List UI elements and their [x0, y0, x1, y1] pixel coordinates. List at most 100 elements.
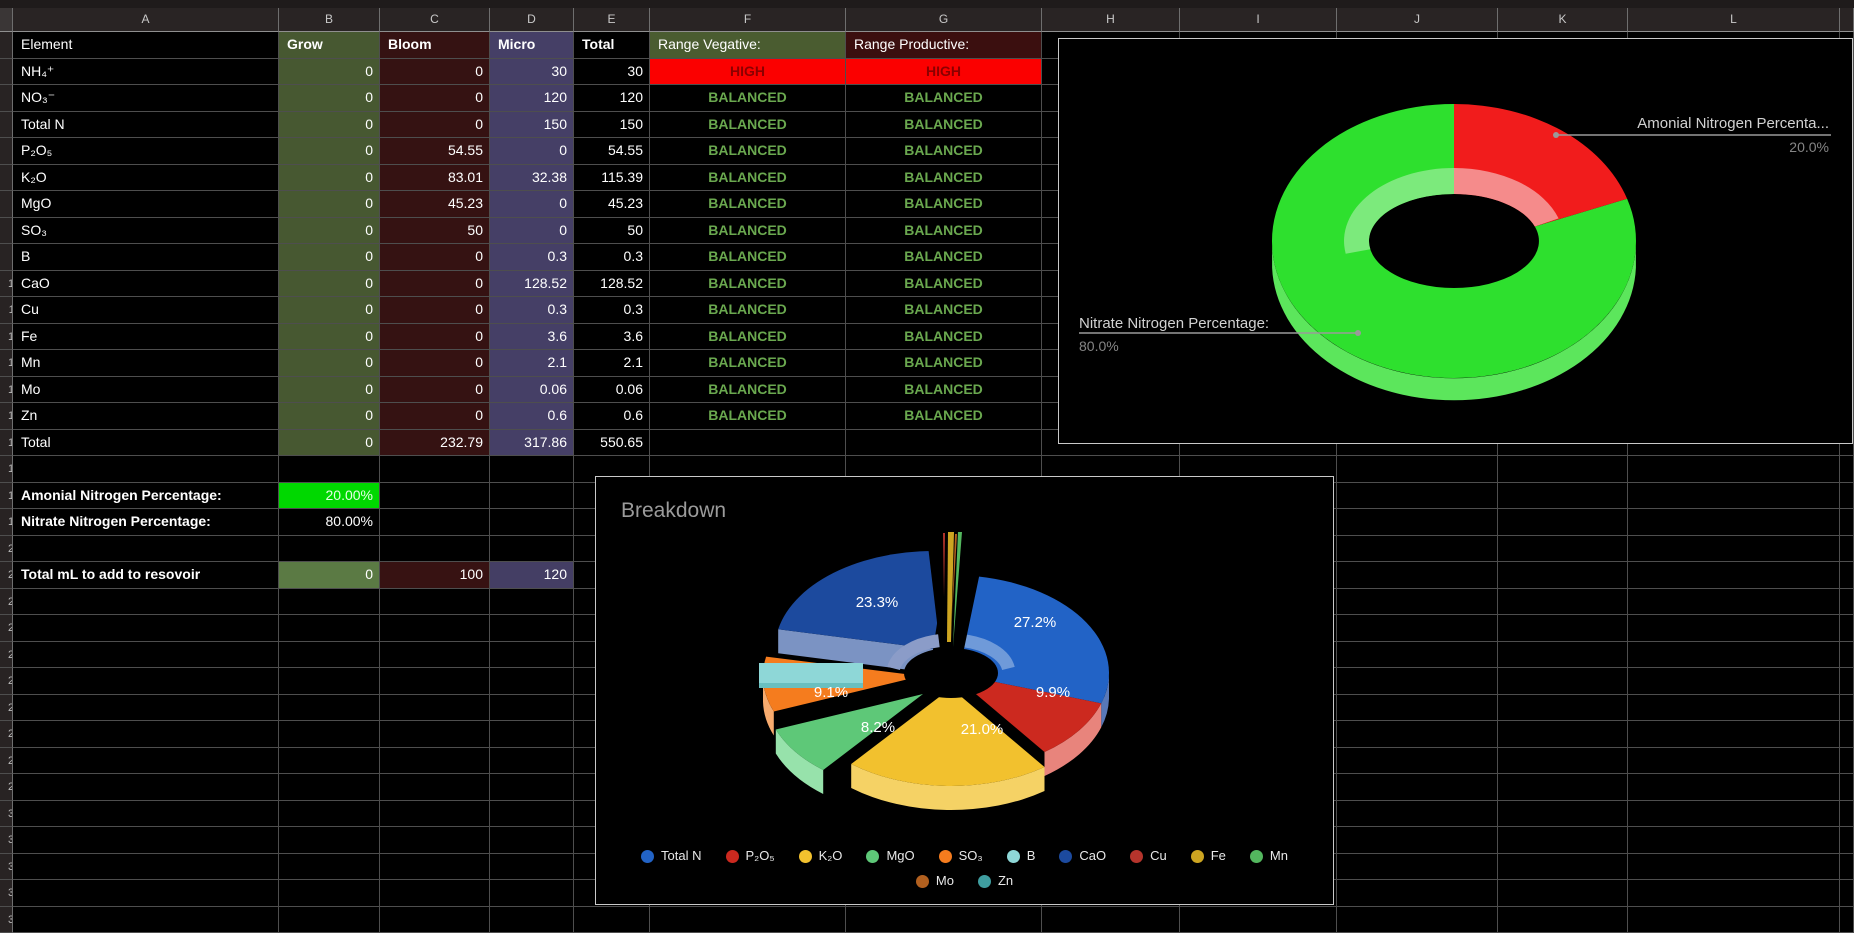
cell-D8[interactable]: 0 [490, 218, 574, 245]
cell-D20[interactable] [490, 536, 574, 563]
row-header-2[interactable]: 2 [0, 59, 13, 86]
cell-L27[interactable] [1628, 721, 1840, 748]
cell-B11[interactable]: 0 [279, 297, 380, 324]
cell-M18[interactable] [1840, 483, 1854, 510]
cell-L29[interactable] [1628, 774, 1840, 801]
cell-C2[interactable]: 0 [380, 59, 490, 86]
cell-F5[interactable]: BALANCED [650, 138, 846, 165]
cell-B20[interactable] [279, 536, 380, 563]
cell-D33[interactable] [490, 880, 574, 907]
cell-L28[interactable] [1628, 748, 1840, 775]
row-header-28[interactable]: 28 [0, 748, 13, 775]
cell-B10[interactable]: 0 [279, 271, 380, 298]
cell-K24[interactable] [1498, 642, 1628, 669]
cell-D16[interactable]: 317.86 [490, 430, 574, 457]
cell-J25[interactable] [1337, 668, 1498, 695]
cell-A19[interactable]: Nitrate Nitrogen Percentage: [13, 509, 279, 536]
column-header-F[interactable]: F [650, 8, 846, 32]
cell-E7[interactable]: 45.23 [574, 191, 650, 218]
cell-D27[interactable] [490, 721, 574, 748]
cell-K19[interactable] [1498, 509, 1628, 536]
cell-B2[interactable]: 0 [279, 59, 380, 86]
cell-C10[interactable]: 0 [380, 271, 490, 298]
breakdown-pie-chart-panel[interactable]: Breakdown 27.2%9.9%21.0%8.2%9.1%23.3% To… [595, 476, 1334, 905]
cell-L23[interactable] [1628, 615, 1840, 642]
cell-E13[interactable]: 2.1 [574, 350, 650, 377]
cell-D11[interactable]: 0.3 [490, 297, 574, 324]
cell-A8[interactable]: SO₃ [13, 218, 279, 245]
row-header-6[interactable]: 6 [0, 165, 13, 192]
cell-A34[interactable] [13, 907, 279, 933]
cell-E6[interactable]: 115.39 [574, 165, 650, 192]
cell-A18[interactable]: Amonial Nitrogen Percentage: [13, 483, 279, 510]
cell-B29[interactable] [279, 774, 380, 801]
cell-F10[interactable]: BALANCED [650, 271, 846, 298]
row-header-5[interactable]: 5 [0, 138, 13, 165]
cell-C1[interactable]: Bloom [380, 32, 490, 59]
cell-E1[interactable]: Total [574, 32, 650, 59]
cell-D22[interactable] [490, 589, 574, 616]
cell-G7[interactable]: BALANCED [846, 191, 1042, 218]
row-header-34[interactable]: 34 [0, 907, 13, 933]
cell-C24[interactable] [380, 642, 490, 669]
cell-I34[interactable] [1180, 907, 1337, 933]
cell-J26[interactable] [1337, 695, 1498, 722]
cell-B32[interactable] [279, 854, 380, 881]
cell-F4[interactable]: BALANCED [650, 112, 846, 139]
cell-E16[interactable]: 550.65 [574, 430, 650, 457]
column-header-sliver[interactable] [1840, 8, 1854, 32]
row-header-32[interactable]: 32 [0, 854, 13, 881]
cell-A28[interactable] [13, 748, 279, 775]
legend-item-MgO[interactable]: MgO [866, 847, 914, 865]
row-header-30[interactable]: 30 [0, 801, 13, 828]
row-header-26[interactable]: 26 [0, 695, 13, 722]
cell-G5[interactable]: BALANCED [846, 138, 1042, 165]
cell-C19[interactable] [380, 509, 490, 536]
corner-cell[interactable] [0, 8, 13, 32]
cell-G9[interactable]: BALANCED [846, 244, 1042, 271]
cell-C22[interactable] [380, 589, 490, 616]
cell-J22[interactable] [1337, 589, 1498, 616]
cell-B9[interactable]: 0 [279, 244, 380, 271]
cell-B4[interactable]: 0 [279, 112, 380, 139]
cell-F34[interactable] [650, 907, 846, 933]
row-header-8[interactable]: 8 [0, 218, 13, 245]
cell-J19[interactable] [1337, 509, 1498, 536]
cell-J27[interactable] [1337, 721, 1498, 748]
cell-K30[interactable] [1498, 801, 1628, 828]
row-header-24[interactable]: 24 [0, 642, 13, 669]
row-header-7[interactable]: 7 [0, 191, 13, 218]
cell-E3[interactable]: 120 [574, 85, 650, 112]
cell-B12[interactable]: 0 [279, 324, 380, 351]
cell-F2[interactable]: HIGH [650, 59, 846, 86]
cell-G2[interactable]: HIGH [846, 59, 1042, 86]
cell-A16[interactable]: Total [13, 430, 279, 457]
cell-B19[interactable]: 80.00% [279, 509, 380, 536]
cell-K20[interactable] [1498, 536, 1628, 563]
legend-item-CaO[interactable]: CaO [1059, 847, 1106, 865]
cell-J21[interactable] [1337, 562, 1498, 589]
cell-B6[interactable]: 0 [279, 165, 380, 192]
cell-J17[interactable] [1337, 456, 1498, 483]
cell-E14[interactable]: 0.06 [574, 377, 650, 404]
cell-D21[interactable]: 120 [490, 562, 574, 589]
row-header-17[interactable]: 17 [0, 456, 13, 483]
cell-F13[interactable]: BALANCED [650, 350, 846, 377]
cell-C33[interactable] [380, 880, 490, 907]
cell-L24[interactable] [1628, 642, 1840, 669]
cell-C7[interactable]: 45.23 [380, 191, 490, 218]
cell-E4[interactable]: 150 [574, 112, 650, 139]
row-header-1[interactable]: 1 [0, 32, 13, 59]
cell-B17[interactable] [279, 456, 380, 483]
cell-A6[interactable]: K₂O [13, 165, 279, 192]
column-header-E[interactable]: E [574, 8, 650, 32]
cell-K29[interactable] [1498, 774, 1628, 801]
column-header-C[interactable]: C [380, 8, 490, 32]
cell-E11[interactable]: 0.3 [574, 297, 650, 324]
cell-D30[interactable] [490, 801, 574, 828]
cell-L26[interactable] [1628, 695, 1840, 722]
cell-L25[interactable] [1628, 668, 1840, 695]
cell-D29[interactable] [490, 774, 574, 801]
cell-M34[interactable] [1840, 907, 1854, 933]
cell-D2[interactable]: 30 [490, 59, 574, 86]
